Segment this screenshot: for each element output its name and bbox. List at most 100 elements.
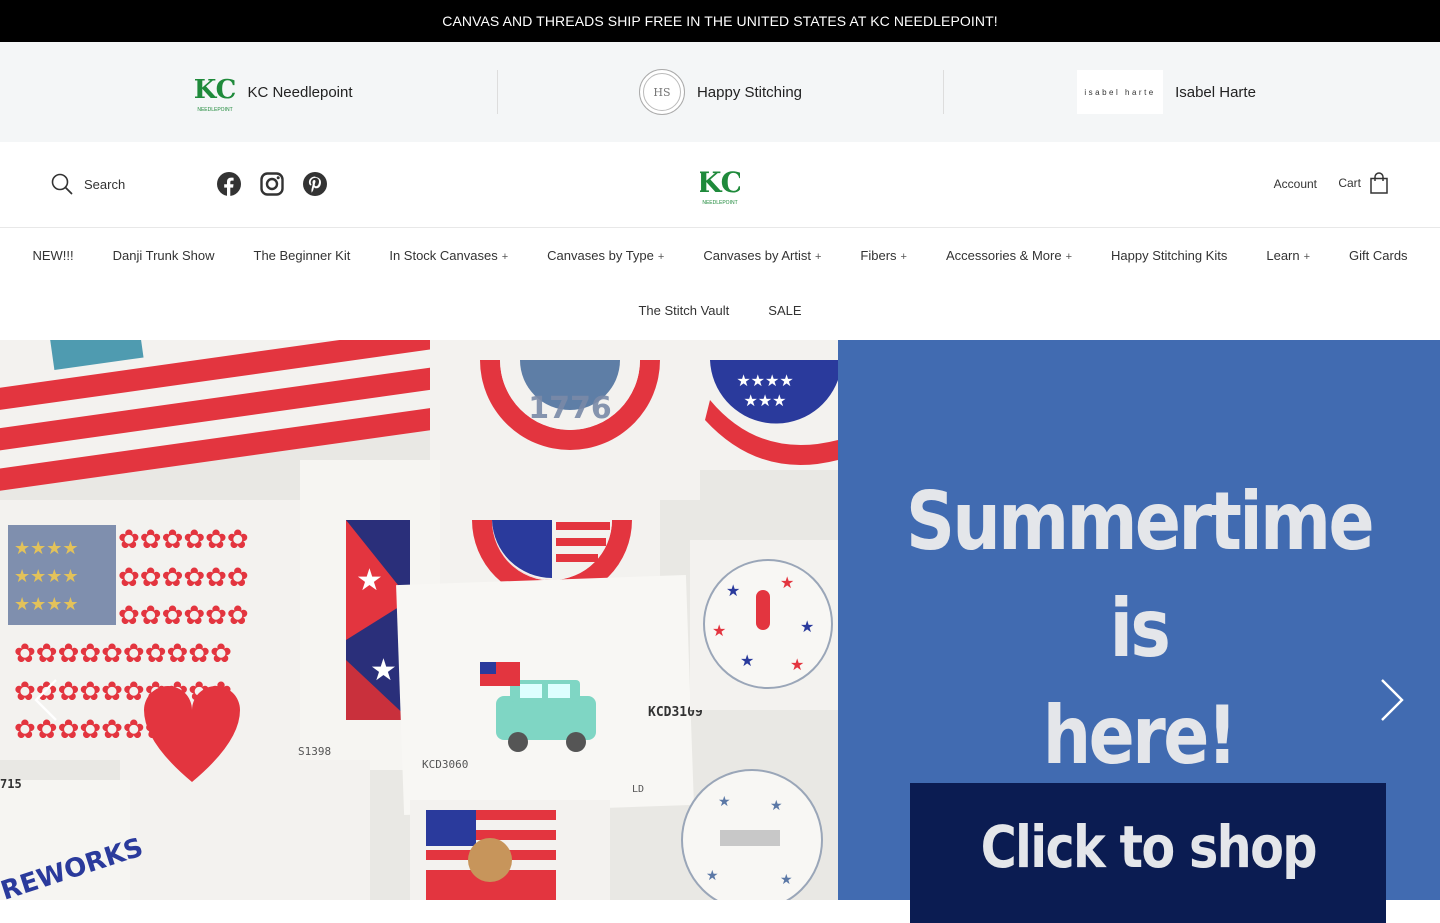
shopping-bag-icon [1370,172,1388,194]
svg-text:★: ★ [718,793,731,809]
svg-text:★: ★ [800,619,814,636]
svg-text:★: ★ [726,583,740,600]
nav-item-accessories-more[interactable]: Accessories & More + [926,248,1091,263]
svg-text:★: ★ [780,871,793,887]
svg-text:★: ★ [770,797,783,813]
brand-name: KC Needlepoint [247,83,353,101]
nav-item-label: Happy Stitching Kits [1111,247,1228,263]
instagram-icon[interactable] [260,172,284,196]
nav-item-learn[interactable]: Learn + [1247,248,1330,263]
isabel-harte-logo: isabel harte [1077,70,1164,114]
svg-text:✿✿✿✿✿✿✿✿✿✿: ✿✿✿✿✿✿✿✿✿✿ [14,638,232,668]
kc-needlepoint-logo: KC NEEDLEPOINT [195,70,235,114]
nav-item-gift-cards[interactable]: Gift Cards [1330,248,1428,263]
nav-item-label: In Stock Canvases [389,247,498,263]
nav-item-label: Canvases by Artist [703,247,811,263]
brand-name: Happy Stitching [696,83,803,101]
slide-prev-icon[interactable] [34,678,58,722]
svg-text:★★★★: ★★★★ [736,373,793,390]
nav-row-secondary: The Stitch Vault SALE [0,296,1440,324]
pinterest-icon[interactable] [303,172,327,196]
nav-item-label: Canvases by Type [547,247,654,263]
nav-item-label: Danji Trunk Show [112,247,215,263]
brand-switcher: KC NEEDLEPOINT KC Needlepoint HS Happy S… [0,42,1440,142]
svg-text:★★★: ★★★ [743,393,786,410]
needlepoint-canvases-photo: 1776 ★★★★ ★★★ ★★★★ ★★★★ ★★★★ ✿✿✿✿✿✿ ✿✿✿✿… [0,340,838,900]
account-link[interactable]: Account [1274,177,1317,191]
svg-text:NEEDLEPOINT: NEEDLEPOINT [198,107,233,113]
nav-item-label: NEW!!! [32,247,74,263]
hero-headline-line1: Summertime is [905,475,1375,675]
nav-row-primary: NEW!!! Danji Trunk Show The Beginner Kit In… [0,241,1440,269]
hero-image: 1776 ★★★★ ★★★ ★★★★ ★★★★ ★★★★ ✿✿✿✿✿✿ ✿✿✿✿… [0,340,838,900]
search-button[interactable]: Search [51,173,125,195]
canvas-label-kcd3060: KCD3060 [422,758,468,771]
main-navigation: NEW!!! Danji Trunk Show The Beginner Kit In… [0,228,1440,340]
nav-item-happy-stitching-kits[interactable]: Happy Stitching Kits [1092,248,1247,263]
nav-item-the-beginner-kit[interactable]: The Beginner Kit [234,248,370,263]
announcement-text: CANVAS AND THREADS SHIP FREE IN THE UNIT… [442,13,998,29]
svg-text:★★★★: ★★★★ [14,566,79,586]
brand-name: Isabel Harte [1175,83,1256,101]
nav-item-the-stitch-vault[interactable]: The Stitch Vault [619,303,749,318]
svg-text:★: ★ [790,657,804,674]
search-label: Search [84,176,126,192]
happy-stitching-logo: HS [638,69,685,115]
svg-text:★★★★: ★★★★ [14,538,79,558]
brand-link-kc-needlepoint[interactable]: KC NEEDLEPOINT KC Needlepoint [51,70,497,114]
expand-plus-icon: + [501,250,509,263]
nav-item-label: SALE [768,302,802,318]
announcement-bar: CANVAS AND THREADS SHIP FREE IN THE UNIT… [0,0,1440,42]
nav-item-danji-trunk-show[interactable]: Danji Trunk Show [93,248,234,263]
nav-item-label: Fibers [860,247,897,263]
brand-link-isabel-harte[interactable]: isabel harte Isabel Harte [943,70,1389,114]
site-logo[interactable]: KC NEEDLEPOINT [697,162,743,208]
expand-plus-icon: + [1065,250,1073,263]
nav-item-label: The Stitch Vault [638,302,730,318]
cart-label: Cart [1338,176,1361,190]
nav-item-fibers[interactable]: Fibers + [841,248,927,263]
brand-link-happy-stitching[interactable]: HS Happy Stitching [497,69,943,115]
nav-item-label: Learn [1266,247,1300,263]
svg-text:★: ★ [740,653,754,670]
canvas-label-1776: 1776 [528,391,612,426]
hero-headline: Summertime is here! [883,468,1395,789]
svg-text:KC: KC [195,75,235,105]
canvas-label-s1398: S1398 [298,745,331,758]
svg-text:★: ★ [370,654,397,687]
svg-text:★★★★: ★★★★ [14,594,79,614]
nav-item-canvases-by-artist[interactable]: Canvases by Artist + [684,248,841,263]
nav-item-new[interactable]: NEW!!! [13,248,93,263]
svg-text:✿✿✿✿✿✿: ✿✿✿✿✿✿ [118,600,249,630]
svg-text:✿✿✿✿✿✿: ✿✿✿✿✿✿ [118,562,249,592]
cta-label: Click to shop [980,813,1317,881]
expand-plus-icon: + [1303,250,1311,263]
svg-text:NEEDLEPOINT: NEEDLEPOINT [702,200,737,206]
hero-slideshow: 1776 ★★★★ ★★★ ★★★★ ★★★★ ★★★★ ✿✿✿✿✿✿ ✿✿✿✿… [0,340,1440,923]
expand-plus-icon: + [657,250,665,263]
canvas-label-ld: LD [632,784,644,795]
nav-item-in-stock-canvases[interactable]: In Stock Canvases + [370,248,528,263]
nav-item-label: The Beginner Kit [253,247,351,263]
hero-promo-panel: Summertime is here! Click to shop [838,340,1440,923]
nav-item-sale[interactable]: SALE [749,303,821,318]
expand-plus-icon: + [900,250,907,263]
svg-text:✿✿✿✿✿✿: ✿✿✿✿✿✿ [118,524,249,554]
shop-now-button[interactable]: Click to shop [910,783,1386,923]
expand-plus-icon: + [814,250,822,263]
svg-text:★: ★ [706,867,719,883]
slide-next-icon[interactable] [1380,678,1404,722]
svg-text:★: ★ [780,575,794,592]
canvas-label-715: 715 [0,777,22,791]
site-header: Search KC NEEDLEPOINT Account Cart [0,142,1440,228]
facebook-icon[interactable] [217,172,241,196]
nav-item-label: Accessories & More [945,247,1062,263]
cart-link[interactable]: Cart [1338,172,1388,194]
svg-text:★: ★ [356,564,383,597]
hero-headline-line2: here! [1042,689,1238,782]
social-links [217,172,327,196]
svg-text:KC: KC [700,166,740,199]
svg-text:★: ★ [712,623,726,640]
nav-item-canvases-by-type[interactable]: Canvases by Type + [528,248,684,263]
nav-item-label: Gift Cards [1349,247,1408,263]
